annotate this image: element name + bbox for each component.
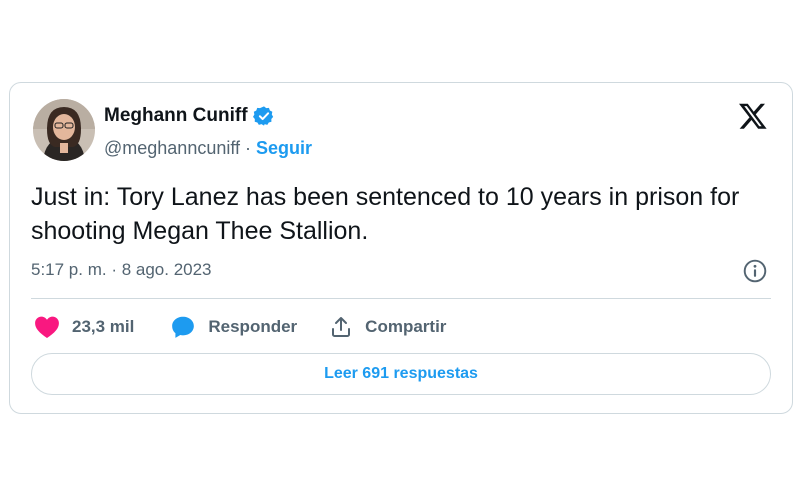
tweet-timestamp[interactable]: 5:17 p. m. · 8 ago. 2023 xyxy=(31,260,212,280)
like-count: 23,3 mil xyxy=(72,317,135,336)
tweet-card: Meghann Cuniff @meghanncuniff · Seguir J… xyxy=(9,82,793,414)
author-name[interactable]: Meghann Cuniff xyxy=(104,105,248,127)
like-button[interactable]: 23,3 mil xyxy=(34,315,134,339)
x-logo-icon[interactable] xyxy=(738,101,768,131)
author-name-row: Meghann Cuniff xyxy=(104,105,275,127)
reply-label: Responder xyxy=(208,317,298,336)
divider xyxy=(31,298,771,299)
info-icon[interactable] xyxy=(742,258,768,284)
author-handle-row: @meghanncuniff · Seguir xyxy=(104,138,312,159)
share-button[interactable]: Compartir xyxy=(329,315,446,339)
separator-dot: · xyxy=(245,138,252,158)
reply-bubble-icon xyxy=(172,316,195,338)
action-bar: 23,3 mil Responder Compartir xyxy=(34,314,446,340)
follow-button[interactable]: Seguir xyxy=(256,138,312,159)
author-handle[interactable]: @meghanncuniff xyxy=(104,138,240,159)
share-icon xyxy=(332,317,351,337)
avatar[interactable] xyxy=(33,99,95,161)
read-replies-button[interactable]: Leer 691 respuestas xyxy=(31,353,771,395)
tweet-text: Just in: Tory Lanez has been sentenced t… xyxy=(31,183,740,245)
verified-badge-icon xyxy=(252,105,275,127)
share-label: Compartir xyxy=(365,317,447,336)
heart-icon xyxy=(35,316,59,339)
reply-button[interactable]: Responder xyxy=(170,314,297,340)
